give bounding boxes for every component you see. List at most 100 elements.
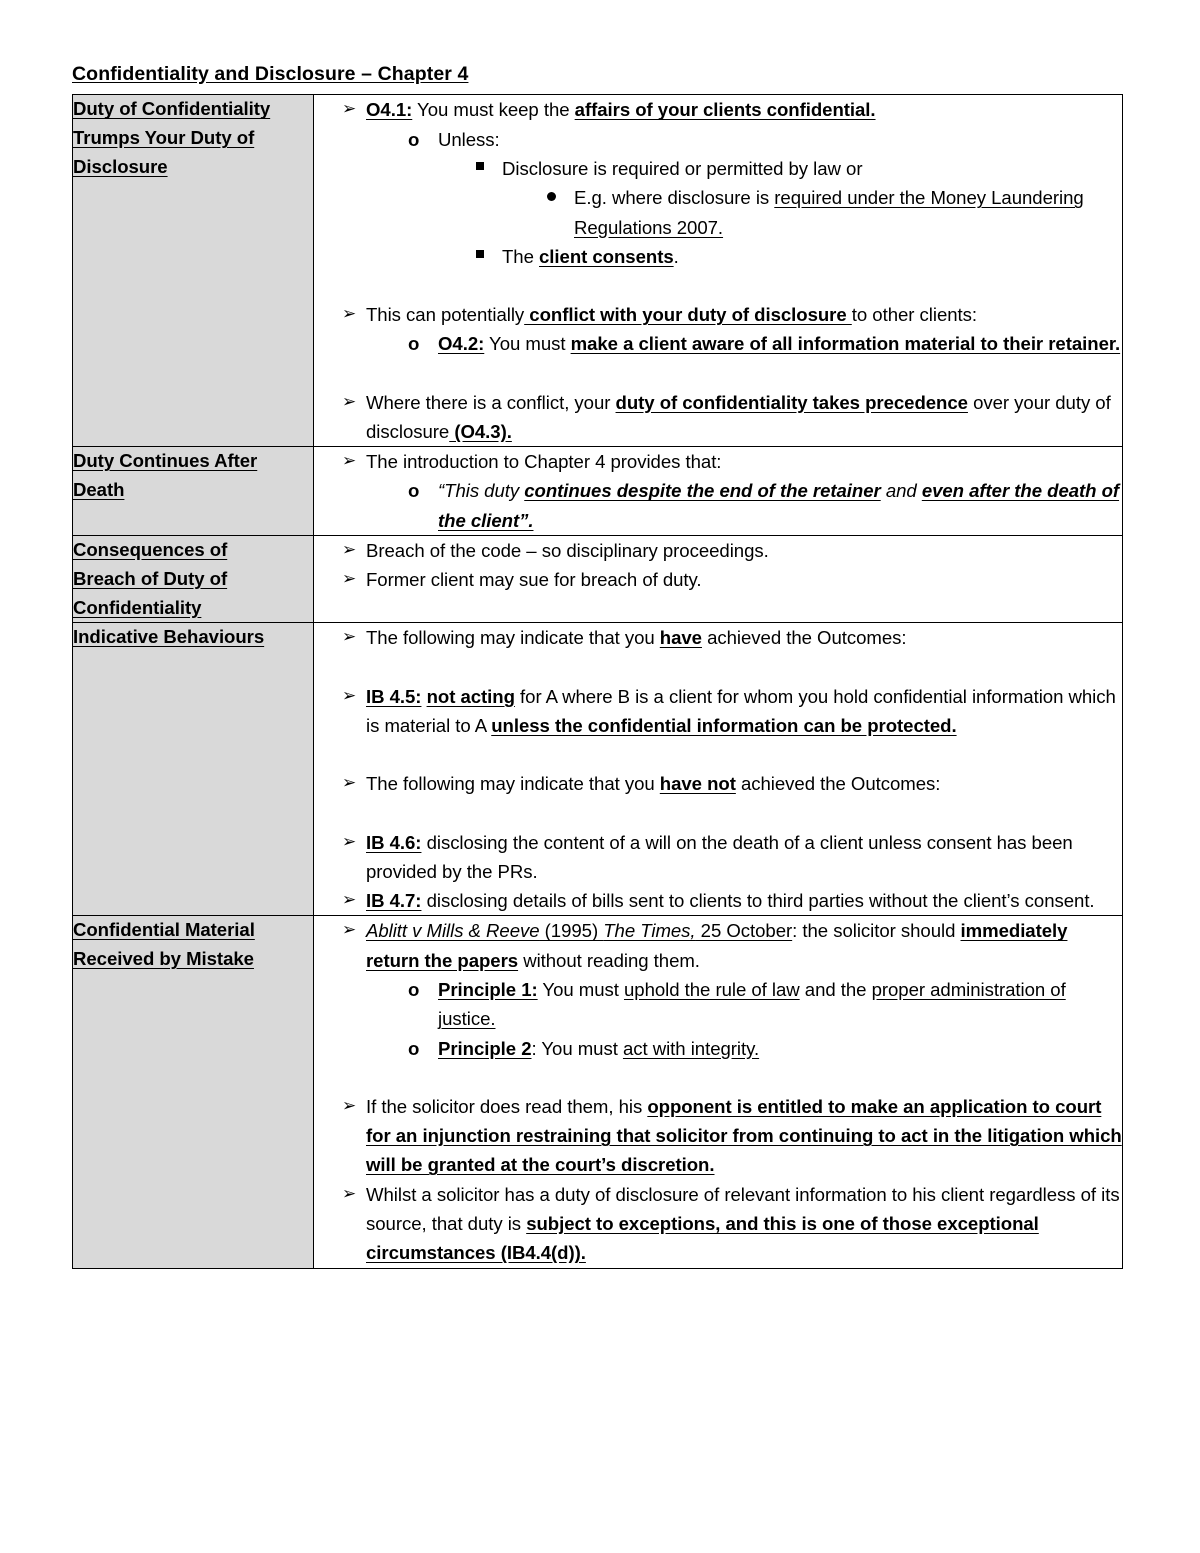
arrow-bullet-icon: ➢	[342, 569, 357, 590]
square-bullet-icon	[476, 161, 484, 170]
table-row: Duty of Confidentiality Trumps Your Duty…	[72, 94, 1123, 448]
text-run: Principle 2	[438, 1037, 532, 1059]
category-title: Indicative Behaviours	[73, 623, 313, 652]
arrow-bullet-icon: ➢	[342, 451, 357, 472]
bullet-item-text: Disclosure is required or permitted by l…	[502, 158, 863, 179]
bullet-item-level-1: ➢ The following may indicate that you hav…	[314, 769, 1122, 798]
bullet-item-text: O4.1: You must keep the affairs of your …	[366, 99, 876, 120]
text-run: The following may indicate that you	[366, 773, 660, 795]
notes-table: Duty of Confidentiality Trumps Your Duty…	[72, 94, 1123, 1269]
text-run: : You must	[531, 1037, 623, 1059]
circle-bullet-icon: o	[408, 1037, 420, 1059]
text-run: disclosing details of bills sent to clie…	[421, 890, 1095, 912]
text-run: have	[659, 627, 702, 649]
text-run: The following may indicate that you	[366, 627, 660, 649]
text-run: You must	[484, 333, 571, 355]
arrow-bullet-icon: ➢	[342, 1183, 357, 1204]
page-title: Confidentiality and Disclosure – Chapter…	[72, 63, 469, 85]
bullet-item-text: IB 4.5: not acting for A where B is a cl…	[366, 686, 1116, 736]
text-run: (O4.3).	[449, 420, 512, 442]
category-cell: Indicative Behaviours	[72, 622, 314, 917]
bullet-item-text: Former client may sue for breach of duty…	[366, 569, 702, 590]
bullet-item-level-2: o Principle 2: You must act with integrit…	[386, 1034, 1122, 1063]
bullet-item-text: O4.2: You must make a client aware of al…	[438, 333, 1120, 354]
text-run: (1995)	[539, 920, 604, 942]
text-run: IB 4.5:	[366, 685, 422, 707]
category-title-line: Breach of Duty of	[73, 567, 228, 589]
arrow-bullet-icon: ➢	[342, 627, 357, 648]
bullet-item-text: Whilst a solicitor has a duty of disclos…	[366, 1184, 1120, 1264]
arrow-bullet-icon: ➢	[342, 391, 357, 412]
bullet-item-level-2: o Principle 1: You must uphold the rule o…	[386, 975, 1122, 1034]
bullet-item-level-1: ➢ Breach of the code – so disciplinary pr…	[314, 536, 1122, 565]
text-run: You must keep the	[412, 99, 575, 121]
text-run: not acting	[426, 685, 515, 707]
bullet-list: ➢ The following may indicate that you hav…	[314, 623, 1122, 915]
category-cell: Consequences of Breach of Duty of Confid…	[72, 535, 314, 624]
bullet-item-text: Ablitt v Mills & Reeve (1995) The Times,…	[366, 920, 1068, 970]
bullet-item-level-3: Disclosure is required or permitted by l…	[458, 154, 1122, 183]
text-run: O4.2:	[438, 333, 485, 355]
content-cell: ➢ Breach of the code – so disciplinary pr…	[313, 535, 1123, 624]
bullet-item-text: Where there is a conflict, your duty of …	[366, 392, 1111, 442]
content-cell: ➢ The following may indicate that you hav…	[313, 622, 1123, 917]
category-title: Confidential Material Received by Mistak…	[73, 916, 313, 974]
text-run: act with integrity.	[622, 1037, 760, 1059]
arrow-bullet-icon: ➢	[342, 920, 357, 941]
text-run: continues despite the end of the retaine…	[524, 480, 881, 502]
dot-bullet-icon	[547, 192, 556, 202]
arrow-bullet-icon: ➢	[342, 304, 357, 325]
text-run: affairs of your clients confidential.	[574, 99, 876, 121]
table-row: Consequences of Breach of Duty of Confid…	[72, 535, 1123, 624]
category-title-line: Disclosure	[73, 156, 168, 177]
arrow-bullet-icon: ➢	[342, 831, 357, 852]
category-cell: Confidential Material Received by Mistak…	[72, 915, 314, 1269]
bullet-item-text: The following may indicate that you have…	[366, 773, 940, 794]
bullet-item-text: Breach of the code – so disciplinary pro…	[366, 540, 769, 561]
text-run: Former client may sue for breach of duty…	[366, 569, 702, 591]
document-page: Confidentiality and Disclosure – Chapter…	[0, 0, 1200, 1553]
arrow-bullet-icon: ➢	[342, 685, 357, 706]
bullet-item-level-1: ➢ Where there is a conflict, your duty of…	[314, 388, 1122, 447]
category-title-line: Duty of Confidentiality	[73, 98, 271, 120]
content-cell: ➢ Ablitt v Mills & Reeve (1995) The Times…	[313, 915, 1123, 1269]
category-title: Duty of Confidentiality Trumps Your Duty…	[73, 95, 313, 181]
table-row: Confidential Material Received by Mistak…	[72, 915, 1123, 1269]
text-run: uphold the rule of law	[623, 979, 800, 1000]
text-run: Breach of the code – so disciplinary pro…	[366, 540, 769, 562]
text-run: You must	[537, 979, 624, 1000]
circle-bullet-icon: o	[408, 128, 420, 150]
text-run: IB 4.6:	[366, 831, 422, 853]
text-run: disclosing the content of a will on the …	[366, 831, 1073, 882]
text-run: .	[673, 245, 679, 267]
arrow-bullet-icon: ➢	[342, 99, 357, 120]
text-run: have not	[659, 773, 736, 795]
text-run: achieved the Outcomes:	[701, 627, 907, 649]
text-run: E.g. where disclosure is	[574, 187, 775, 209]
bullet-item-level-1: ➢ IB 4.7: disclosing details of bills sen…	[314, 886, 1122, 915]
bullet-item-text: E.g. where disclosure is required under …	[574, 187, 1084, 237]
text-run: The	[502, 245, 540, 267]
arrow-bullet-icon: ➢	[342, 890, 357, 911]
bullet-item-text: The client consents.	[502, 246, 679, 267]
bullet-item-text: The introduction to Chapter 4 provides t…	[366, 451, 721, 472]
table-row: Indicative Behaviours ➢ The following may …	[72, 622, 1123, 917]
content-cell: ➢ The introduction to Chapter 4 provides …	[313, 446, 1123, 537]
bullet-item-level-1: ➢ The introduction to Chapter 4 provides …	[314, 447, 1122, 476]
notes-table-body: Duty of Confidentiality Trumps Your Duty…	[72, 94, 1123, 1269]
text-run: Ablitt v Mills & Reeve	[366, 920, 540, 942]
category-title-line: Trumps Your Duty of	[73, 127, 255, 149]
text-run: and the	[799, 979, 872, 1000]
bullet-item-text: IB 4.7: disclosing details of bills sent…	[366, 890, 1095, 911]
bullet-list: ➢ O4.1: You must keep the affairs of your…	[314, 95, 1122, 446]
text-run: Unless:	[438, 128, 500, 150]
text-run: IB 4.7:	[366, 890, 422, 912]
text-run: to other clients:	[851, 304, 978, 326]
category-title: Consequences of Breach of Duty of Confid…	[73, 536, 313, 622]
category-title-line: Confidentiality	[73, 596, 202, 618]
bullet-list: ➢ Ablitt v Mills & Reeve (1995) The Times…	[314, 916, 1122, 1267]
circle-bullet-icon: o	[408, 979, 420, 1000]
category-title-line: Consequences of	[73, 539, 228, 561]
bullet-item-level-3: The client consents.	[458, 242, 1122, 271]
bullet-list: ➢ The introduction to Chapter 4 provides …	[314, 447, 1122, 535]
